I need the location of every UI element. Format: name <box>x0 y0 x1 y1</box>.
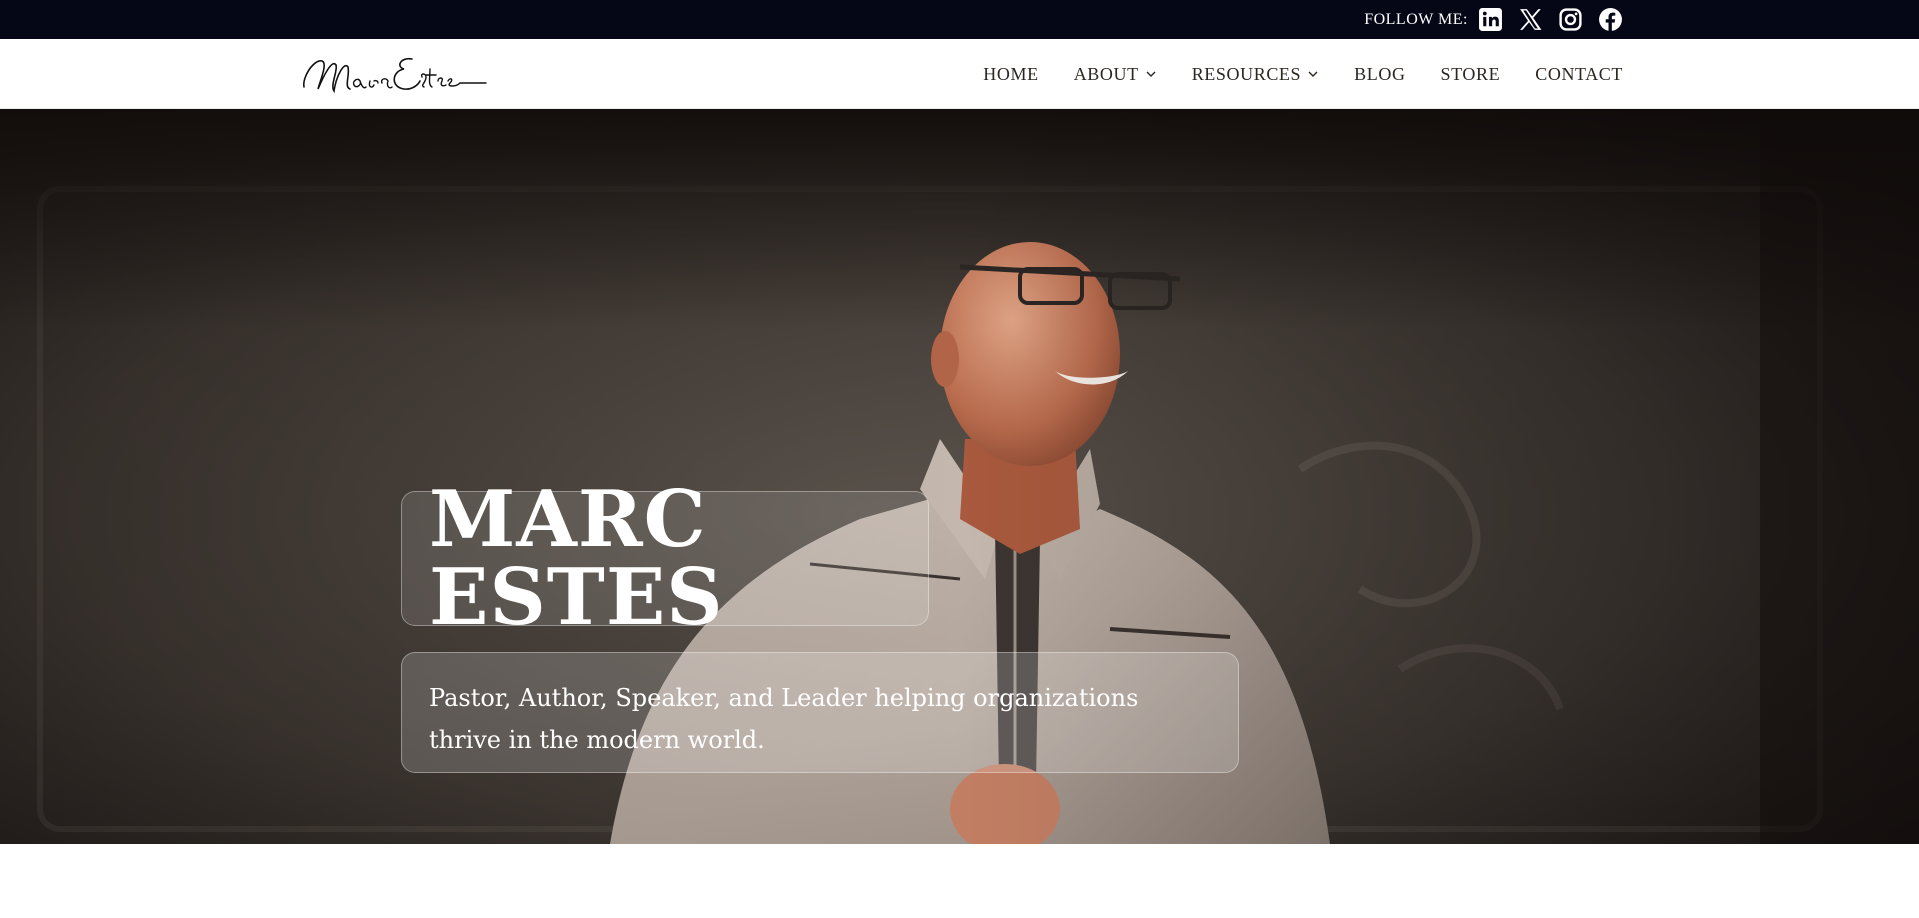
instagram-icon[interactable] <box>1558 7 1583 32</box>
nav-blog[interactable]: BLOG <box>1354 64 1405 85</box>
follow-me-label: FOLLOW ME: <box>1364 10 1468 28</box>
signature-logo <box>303 57 487 94</box>
nav-resources[interactable]: RESOURCES <box>1192 64 1319 85</box>
hero-subtitle: Pastor, Author, Speaker, and Leader help… <box>429 684 1139 754</box>
site-logo[interactable] <box>300 47 490 103</box>
facebook-icon[interactable] <box>1598 7 1623 32</box>
site-header: HOME ABOUT RESOURCES BLOG STORE CONTACT <box>0 39 1919 109</box>
nav-resources-label: RESOURCES <box>1191 63 1302 84</box>
nav-home-label: HOME <box>983 63 1039 84</box>
linkedin-icon[interactable] <box>1478 7 1503 32</box>
nav-contact-label: CONTACT <box>1535 63 1623 84</box>
nav-blog-label: BLOG <box>1354 63 1406 84</box>
hero-title: MARC ESTES <box>429 473 724 643</box>
hero-subtitle-box: Pastor, Author, Speaker, and Leader help… <box>401 652 1239 773</box>
chevron-down-icon <box>1308 71 1318 77</box>
x-icon[interactable] <box>1518 7 1543 32</box>
main-nav: HOME ABOUT RESOURCES BLOG STORE CONTACT <box>983 39 1623 109</box>
social-links <box>1478 7 1623 32</box>
chevron-down-icon <box>1146 71 1156 77</box>
nav-about[interactable]: ABOUT <box>1074 64 1157 85</box>
nav-home[interactable]: HOME <box>983 64 1038 85</box>
nav-about-label: ABOUT <box>1073 63 1139 84</box>
top-social-bar: FOLLOW ME: <box>0 0 1919 39</box>
nav-contact[interactable]: CONTACT <box>1535 64 1623 85</box>
nav-store-label: STORE <box>1440 63 1501 84</box>
hero-title-box: MARC ESTES <box>401 480 929 636</box>
nav-store[interactable]: STORE <box>1441 64 1501 85</box>
